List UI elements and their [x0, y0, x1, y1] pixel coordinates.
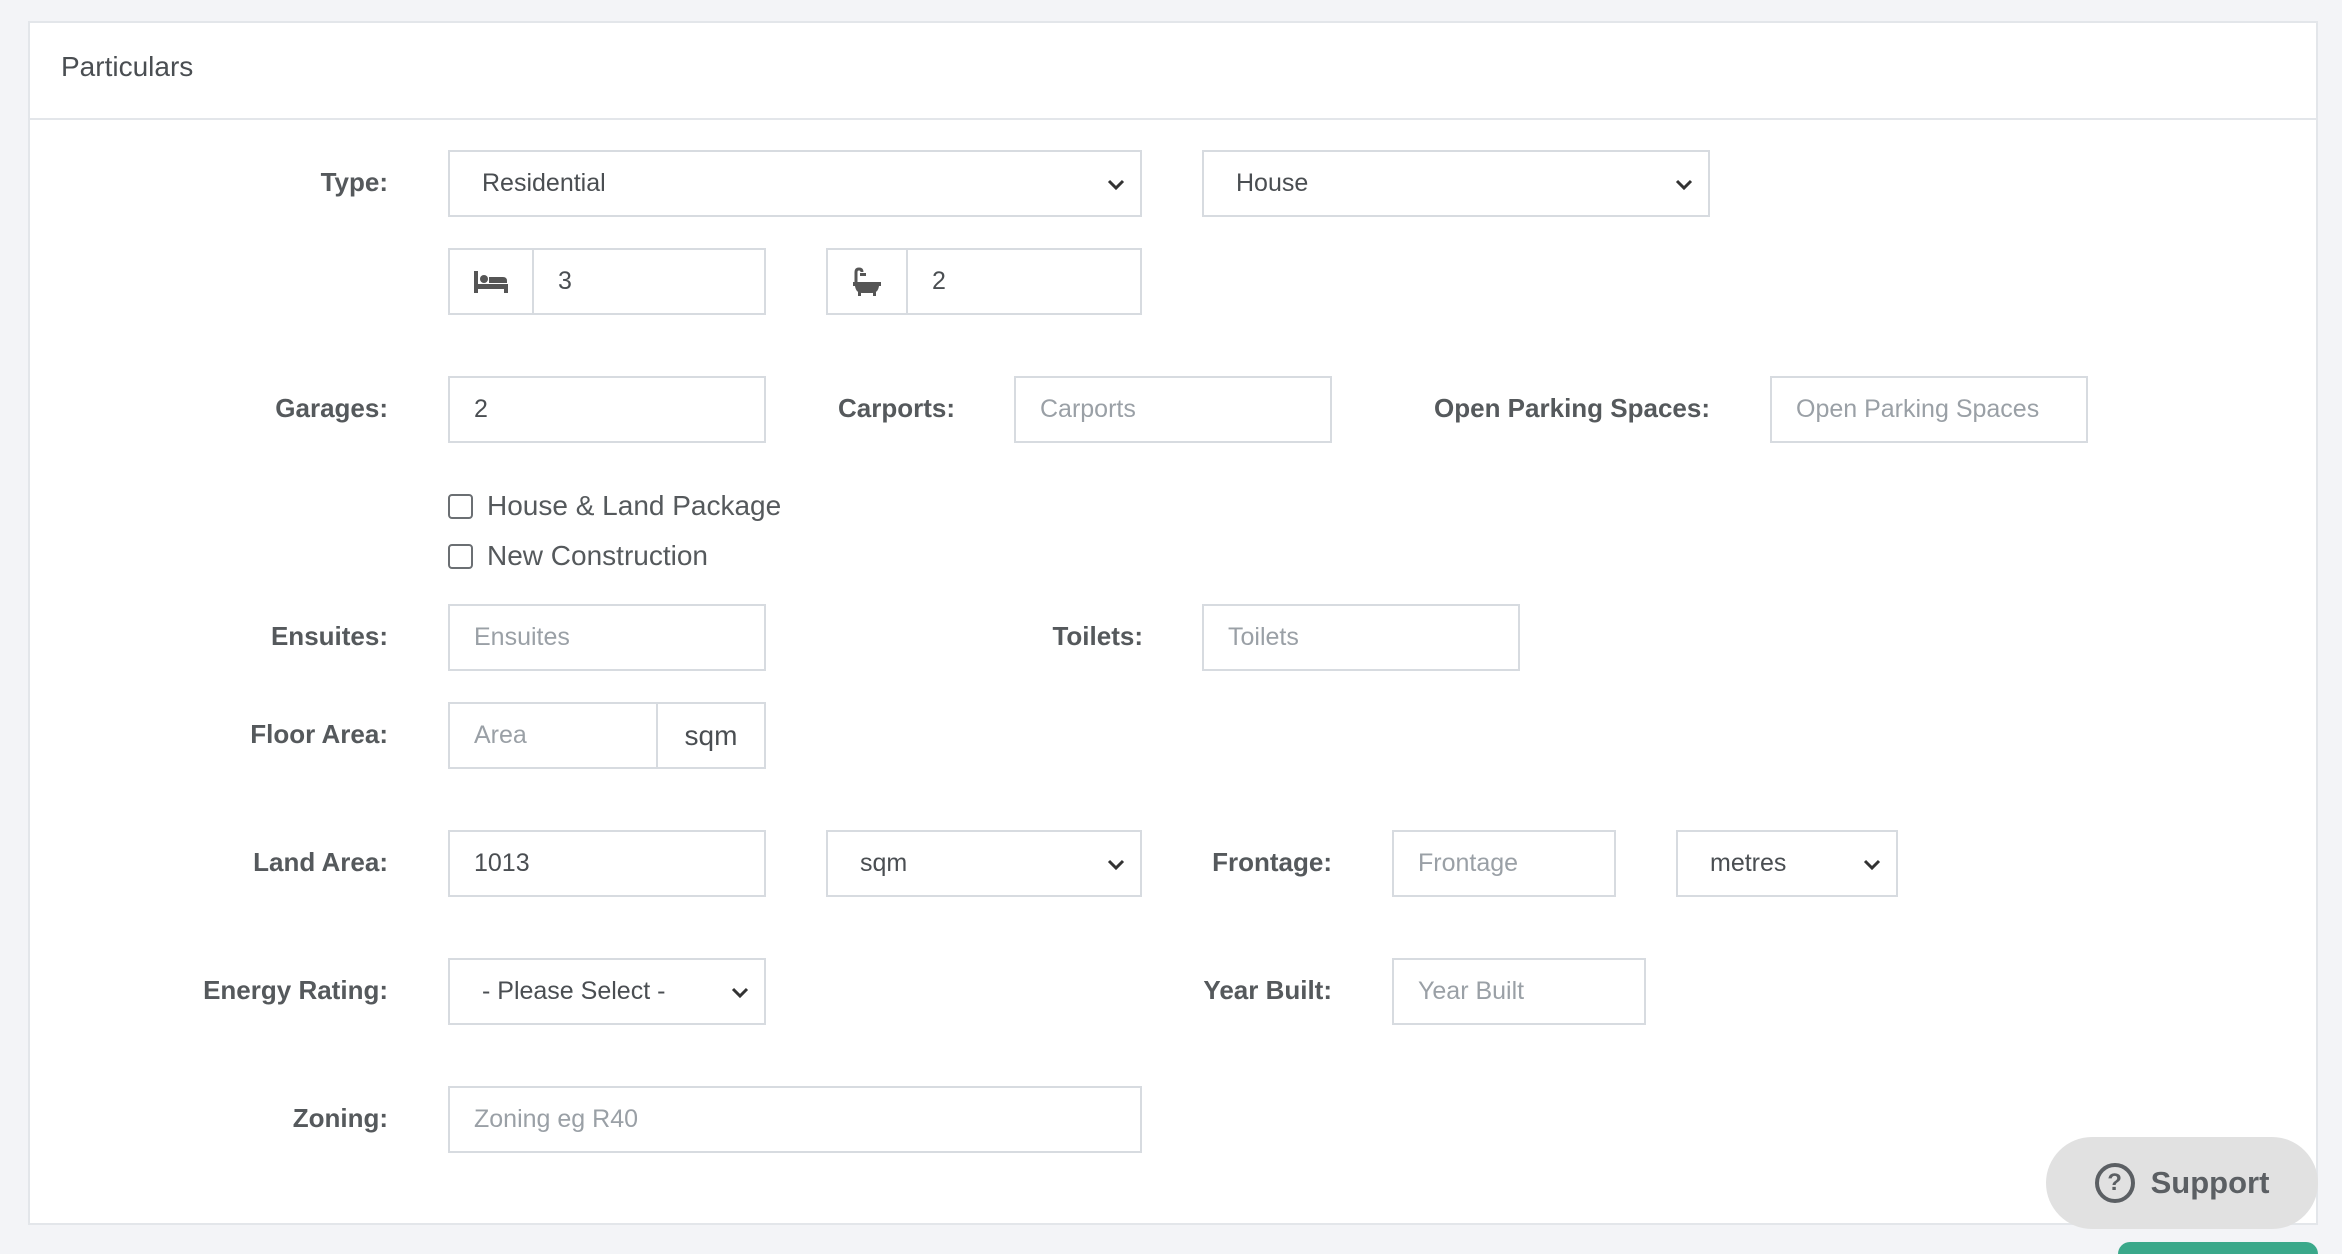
- land-area-unit-value: sqm: [860, 849, 908, 877]
- type-subtype-select[interactable]: House: [1202, 150, 1710, 217]
- floor-area-unit: sqm: [656, 702, 766, 769]
- energy-rating-select[interactable]: - Please Select -: [448, 958, 766, 1025]
- frontage-unit-value: metres: [1710, 849, 1787, 877]
- new-construction-checkbox[interactable]: New Construction: [448, 540, 708, 572]
- frontage-unit-select[interactable]: metres: [1676, 830, 1898, 897]
- land-area-input[interactable]: 1013: [448, 830, 766, 897]
- toilets-placeholder: Toilets: [1228, 623, 1299, 651]
- land-area-unit-select[interactable]: sqm: [826, 830, 1142, 897]
- ensuites-label: Ensuites:: [270, 621, 388, 651]
- toilets-label: Toilets:: [1052, 621, 1143, 651]
- type-subtype-value: House: [1236, 169, 1309, 197]
- carports-label: Carports:: [837, 393, 955, 423]
- bed-icon: [474, 270, 508, 293]
- frontage-placeholder: Frontage: [1418, 849, 1519, 877]
- carports-placeholder: Carports: [1040, 395, 1136, 423]
- open-parking-input[interactable]: Open Parking Spaces: [1770, 376, 2088, 443]
- land-area-value: 1013: [474, 849, 530, 877]
- type-label: Type:: [320, 167, 388, 197]
- floor-area-unit-label: sqm: [684, 719, 738, 751]
- bottom-action-button[interactable]: [2118, 1242, 2318, 1254]
- open-parking-placeholder: Open Parking Spaces: [1796, 395, 2040, 423]
- bath-icon: [853, 266, 881, 296]
- bedrooms-value: 3: [558, 267, 572, 295]
- ensuites-input[interactable]: Ensuites: [448, 604, 766, 671]
- panel-title: Particulars: [61, 51, 194, 82]
- zoning-input[interactable]: Zoning eg R40: [448, 1086, 1142, 1153]
- bathrooms-addon: [826, 248, 908, 315]
- ensuites-placeholder: Ensuites: [474, 623, 570, 651]
- garages-value: 2: [474, 395, 488, 423]
- type-category-value: Residential: [482, 169, 606, 197]
- floor-area-placeholder: Area: [474, 721, 527, 749]
- panel-header: Particulars: [30, 23, 2316, 120]
- house-land-package-checkbox[interactable]: House & Land Package: [448, 490, 781, 522]
- bedrooms-input[interactable]: 3: [532, 248, 766, 315]
- question-circle-icon: ?: [2094, 1163, 2135, 1203]
- bedrooms-addon: [448, 248, 534, 315]
- energy-rating-label: Energy Rating:: [203, 975, 388, 1005]
- year-built-placeholder: Year Built: [1418, 977, 1525, 1005]
- bathrooms-input[interactable]: 2: [906, 248, 1142, 315]
- chevron-down-icon: [731, 987, 749, 999]
- year-built-input[interactable]: Year Built: [1392, 958, 1646, 1025]
- floor-area-label: Floor Area:: [250, 719, 388, 749]
- garages-label: Garages:: [275, 393, 388, 423]
- land-area-label: Land Area:: [253, 847, 388, 877]
- floor-area-input[interactable]: Area: [448, 702, 658, 769]
- checkbox-box[interactable]: [448, 493, 473, 519]
- chevron-down-icon: [1107, 179, 1125, 191]
- chevron-down-icon: [1675, 179, 1693, 191]
- support-label: Support: [2150, 1165, 2270, 1200]
- toilets-input[interactable]: Toilets: [1202, 604, 1520, 671]
- frontage-input[interactable]: Frontage: [1392, 830, 1616, 897]
- chevron-down-icon: [1863, 859, 1881, 871]
- support-button[interactable]: ? Support: [2046, 1137, 2318, 1229]
- open-parking-label: Open Parking Spaces:: [1434, 393, 1710, 423]
- chevron-down-icon: [1107, 859, 1125, 871]
- bathrooms-value: 2: [932, 267, 946, 295]
- zoning-label: Zoning:: [292, 1103, 388, 1133]
- new-construction-label: New Construction: [487, 540, 708, 571]
- house-land-package-label: House & Land Package: [487, 490, 782, 521]
- energy-rating-value: - Please Select -: [482, 977, 666, 1005]
- zoning-placeholder: Zoning eg R40: [474, 1105, 639, 1133]
- year-built-label: Year Built:: [1203, 975, 1332, 1005]
- type-category-select[interactable]: Residential: [448, 150, 1142, 217]
- checkbox-box[interactable]: [448, 543, 473, 569]
- garages-input[interactable]: 2: [448, 376, 766, 443]
- carports-input[interactable]: Carports: [1014, 376, 1332, 443]
- frontage-label: Frontage:: [1212, 847, 1332, 877]
